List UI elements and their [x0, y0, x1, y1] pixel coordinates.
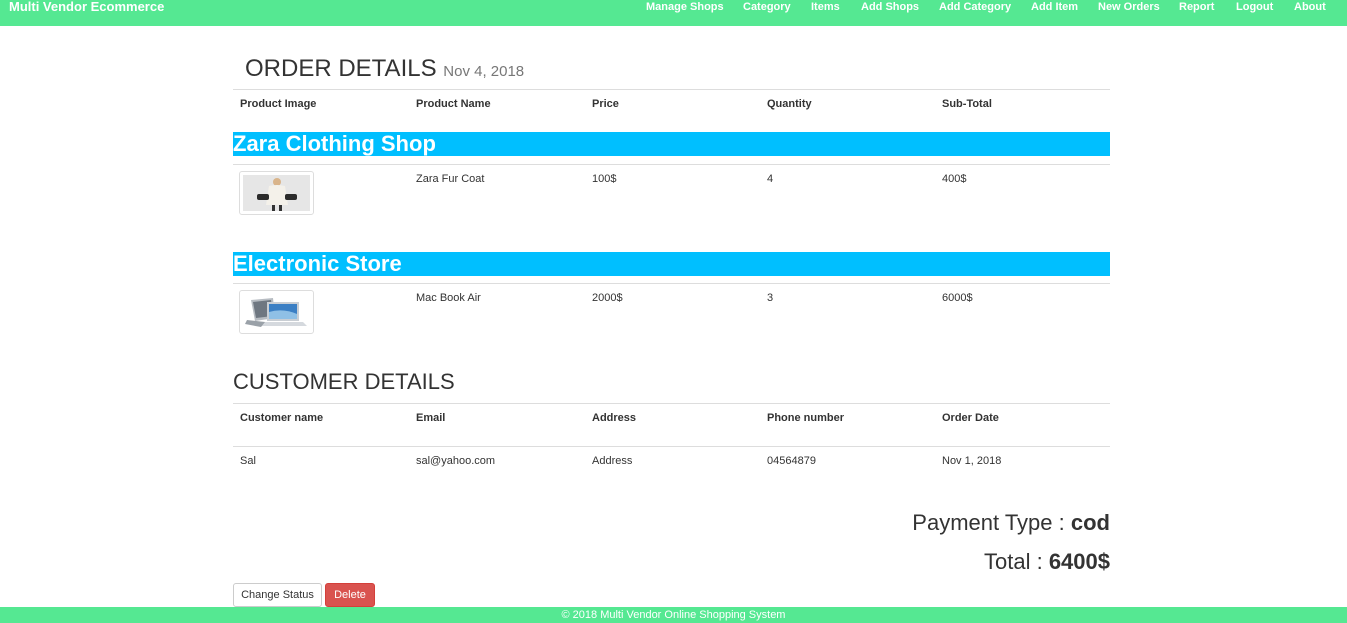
- header-address: Address: [592, 412, 637, 424]
- product-subtotal: 6000$: [942, 292, 973, 304]
- product-quantity: 4: [767, 173, 774, 185]
- customer-details-title: CUSTOMER DETAILS: [233, 369, 455, 394]
- product-thumbnail: [239, 171, 314, 215]
- divider: [233, 283, 1110, 284]
- customer-email: sal@yahoo.com: [416, 455, 496, 467]
- nav-add-category[interactable]: Add Category: [939, 1, 1011, 13]
- payment-type: Payment Type : cod: [912, 511, 1110, 535]
- header-email: Email: [416, 412, 446, 424]
- product-price: 2000$: [592, 292, 623, 304]
- nav-logout[interactable]: Logout: [1236, 1, 1273, 13]
- header-order-date: Order Date: [942, 412, 999, 424]
- nav-add-item[interactable]: Add Item: [1031, 1, 1078, 13]
- payment-type-value: cod: [1070, 510, 1110, 535]
- header-product-image: Product Image: [240, 98, 317, 110]
- nav-new-orders[interactable]: New Orders: [1098, 1, 1160, 13]
- total-value: 6400$: [1048, 549, 1110, 574]
- customer-address: Address: [592, 455, 633, 467]
- change-status-button[interactable]: Change Status: [233, 583, 322, 607]
- divider: [233, 446, 1110, 447]
- order-total: Total : 6400$: [984, 550, 1110, 574]
- nav-add-shops[interactable]: Add Shops: [861, 1, 919, 13]
- header-quantity: Quantity: [767, 98, 812, 110]
- header-price: Price: [592, 98, 619, 110]
- customer-order-date: Nov 1, 2018: [942, 455, 1002, 467]
- nav-category[interactable]: Category: [743, 1, 791, 13]
- header-product-name: Product Name: [416, 98, 491, 110]
- nav-about[interactable]: About: [1294, 1, 1326, 13]
- customer-phone: 04564879: [767, 455, 816, 467]
- nav-manage-shops[interactable]: Manage Shops: [646, 1, 724, 13]
- divider: [233, 89, 1110, 90]
- product-thumbnail: [239, 290, 314, 334]
- nav-items[interactable]: Items: [811, 1, 840, 13]
- order-title-text: ORDER DETAILS: [245, 55, 437, 82]
- divider: [233, 403, 1110, 404]
- header-customer-name: Customer name: [240, 412, 324, 424]
- product-quantity: 3: [767, 292, 774, 304]
- shop-name-bar: Electronic Store: [233, 252, 1110, 276]
- order-date: Nov 4, 2018: [443, 63, 525, 80]
- shop-name-bar: Zara Clothing Shop: [233, 132, 1110, 156]
- top-navbar: Multi Vendor Ecommerce Manage Shops Cate…: [0, 0, 1347, 26]
- product-name: Mac Book Air: [416, 292, 481, 304]
- total-label: Total :: [984, 549, 1049, 574]
- header-subtotal: Sub-Total: [942, 98, 992, 110]
- customer-name: Sal: [240, 455, 256, 467]
- payment-type-label: Payment Type :: [912, 510, 1071, 535]
- delete-button[interactable]: Delete: [325, 583, 375, 607]
- nav-report[interactable]: Report: [1179, 1, 1214, 13]
- header-phone-number: Phone number: [767, 412, 845, 424]
- laptop-image: [243, 294, 310, 330]
- nav-links: Manage Shops Category Items Add Shops Ad…: [0, 0, 1347, 14]
- fur-coat-image: [243, 175, 310, 211]
- footer: © 2018 Multi Vendor Online Shopping Syst…: [0, 607, 1347, 623]
- product-subtotal: 400$: [942, 173, 967, 185]
- product-price: 100$: [592, 173, 617, 185]
- product-name: Zara Fur Coat: [416, 173, 485, 185]
- order-title: ORDER DETAILS Nov 4, 2018: [245, 56, 524, 85]
- divider: [233, 164, 1110, 165]
